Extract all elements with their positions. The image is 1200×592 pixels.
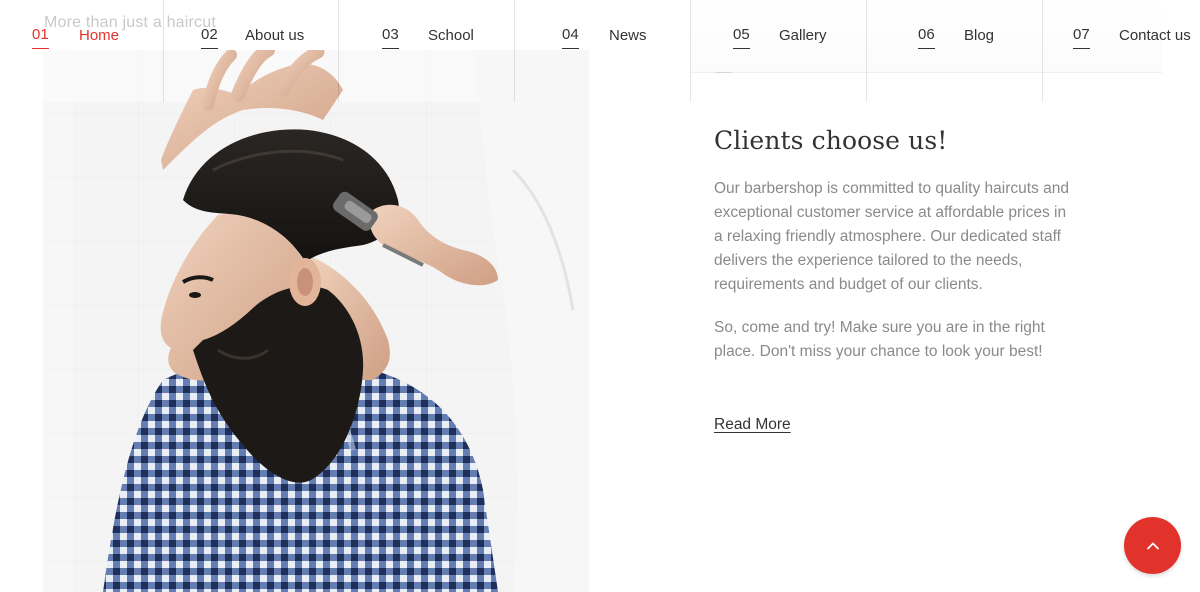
nav-label: About us bbox=[245, 27, 305, 44]
main-navigation: 01 Home 02 About us 03 School 04 News 05… bbox=[0, 0, 1200, 102]
nav-number: 03 bbox=[382, 26, 399, 49]
nav-label: News bbox=[609, 27, 647, 44]
section-paragraph-1: Our barbershop is committed to quality h… bbox=[714, 180, 1069, 293]
nav-label: Blog bbox=[964, 27, 995, 44]
nav-number: 06 bbox=[918, 26, 935, 49]
nav-item-blog[interactable]: 06 Blog bbox=[867, 0, 1043, 102]
about-section: Clients choose us! Our barbershop is com… bbox=[714, 126, 1074, 434]
nav-number: 02 bbox=[201, 26, 218, 49]
decorative-dash bbox=[715, 72, 732, 73]
nav-item-news[interactable]: 04 News bbox=[515, 0, 691, 102]
section-paragraph-2: So, come and try! Make sure you are in t… bbox=[714, 319, 1045, 360]
nav-label: Home bbox=[79, 27, 120, 44]
nav-label: School bbox=[428, 27, 474, 44]
nav-label: Contact us bbox=[1119, 27, 1191, 44]
scroll-to-top-button[interactable] bbox=[1124, 517, 1181, 574]
nav-item-about-us[interactable]: 02 About us bbox=[164, 0, 339, 102]
read-more-link[interactable]: Read More bbox=[714, 416, 791, 434]
nav-item-school[interactable]: 03 School bbox=[339, 0, 515, 102]
section-title: Clients choose us! bbox=[714, 126, 948, 155]
nav-number: 07 bbox=[1073, 26, 1090, 49]
nav-item-contact-us[interactable]: 07 Contact us bbox=[1043, 0, 1200, 102]
nav-label: Gallery bbox=[779, 27, 827, 44]
chevron-up-icon bbox=[1146, 542, 1159, 549]
nav-number: 05 bbox=[733, 26, 750, 49]
nav-item-home[interactable]: 01 Home bbox=[0, 0, 164, 102]
photo-frame-edge bbox=[589, 50, 616, 592]
nav-number: 01 bbox=[32, 26, 49, 49]
nav-number: 04 bbox=[562, 26, 579, 49]
hero-photo-barber bbox=[43, 50, 616, 592]
nav-item-gallery[interactable]: 05 Gallery bbox=[691, 0, 867, 102]
